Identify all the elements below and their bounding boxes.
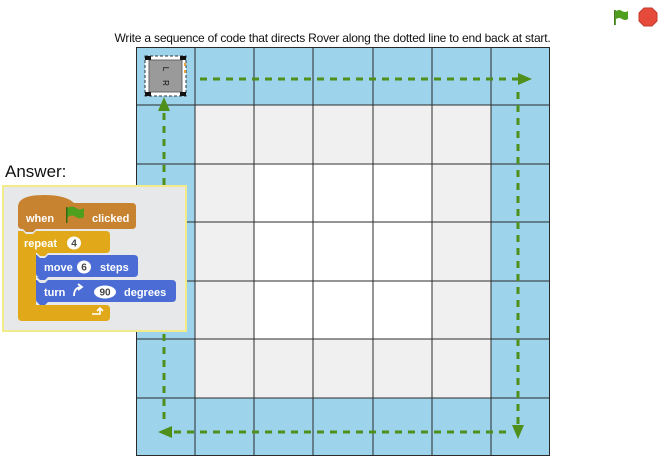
script-blocks: when clicked repeat 4 move 6 steps turn … bbox=[18, 195, 176, 321]
repeat-count-value: 4 bbox=[71, 239, 77, 250]
degrees-label: degrees bbox=[124, 287, 166, 299]
when-label: when bbox=[25, 213, 54, 225]
answer-panel: when clicked repeat 4 move 6 steps turn … bbox=[2, 185, 187, 332]
rover-letter-l: L bbox=[161, 67, 170, 72]
when-flag-clicked-block[interactable]: when clicked bbox=[18, 195, 136, 232]
move-steps-value: 6 bbox=[81, 263, 87, 274]
turn-degrees-value: 90 bbox=[99, 288, 111, 299]
clicked-label: clicked bbox=[92, 213, 129, 225]
stage-grid: L R bbox=[136, 47, 550, 456]
green-flag-icon bbox=[614, 10, 628, 25]
stop-icon bbox=[638, 7, 658, 27]
move-label: move bbox=[44, 262, 73, 274]
steps-label: steps bbox=[100, 262, 129, 274]
instruction-text: Write a sequence of code that directs Ro… bbox=[114, 31, 551, 45]
rover-letter-r: R bbox=[161, 80, 170, 86]
repeat-label: repeat bbox=[24, 238, 57, 250]
green-flag-button[interactable] bbox=[611, 7, 631, 27]
rover-sprite[interactable]: L R bbox=[144, 55, 187, 97]
move-steps-block[interactable]: move 6 steps bbox=[36, 255, 138, 280]
turn-degrees-block[interactable]: turn 90 degrees bbox=[36, 280, 176, 305]
answer-label: Answer: bbox=[5, 162, 67, 181]
turn-label: turn bbox=[44, 287, 66, 299]
stop-button[interactable] bbox=[638, 7, 658, 27]
